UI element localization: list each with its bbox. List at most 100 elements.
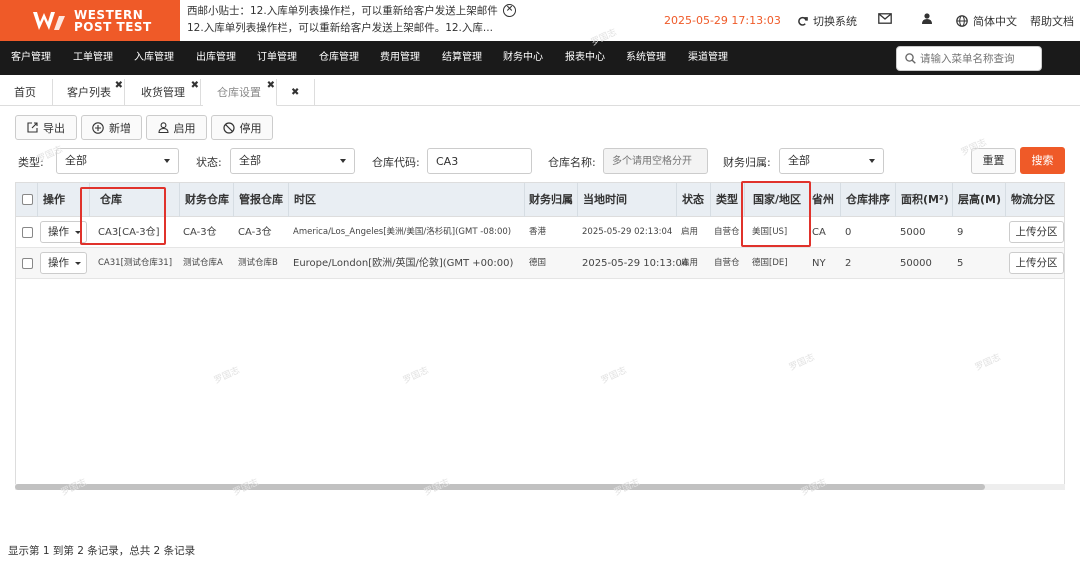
tab-close-icon[interactable]: ✖ [115,72,123,99]
cell-warehouse: CA31[测试仓库31] [98,258,173,268]
switch-system-button[interactable]: 切换系统 [797,13,857,29]
nav-item-channel[interactable]: 渠道管理 [688,41,728,75]
cell-type: 自营仓 [714,258,740,268]
page-tabs: 首页 客户列表 ✖ 收货管理 ✖ 仓库设置 ✖ ✖ [0,79,1080,106]
nav-item-inbound[interactable]: 入库管理 [134,41,174,75]
cell-status: 启用 [681,227,699,237]
col-header-op: 操作 [43,193,65,206]
chevron-down-icon [164,159,170,163]
upload-zone-button[interactable]: 上传分区 [1009,252,1064,274]
row-op-dropdown[interactable]: 操作 [40,252,87,274]
col-header-height[interactable]: 层高(M) [958,183,1001,217]
nav-item-ticket[interactable]: 工单管理 [73,41,113,75]
cell-sort: 2 [845,258,852,269]
tab-warehouse-settings-label: 仓库设置 [217,86,261,99]
tip-close-icon[interactable]: × [503,4,516,17]
reset-button[interactable]: 重置 [971,148,1016,174]
brand-logo[interactable]: WESTERN POST TEST [0,0,180,41]
pagination-summary: 显示第 1 到第 2 条记录，总共 2 条记录 [8,545,196,557]
enable-button[interactable]: 启用 [146,115,207,140]
nav-item-system[interactable]: 系统管理 [626,41,666,75]
finance-owner-select[interactable]: 全部 [779,148,884,174]
cell-finance-owner: 德国 [529,258,547,268]
brand-line2: POST TEST [74,19,152,34]
menu-search-input[interactable] [920,52,1040,65]
tab-close-icon[interactable]: ✖ [191,72,199,99]
select-all-checkbox[interactable] [22,194,33,205]
nav-item-finance[interactable]: 财务中心 [503,41,543,75]
col-header-province[interactable]: 省州 [812,183,834,217]
mail-button[interactable] [878,13,892,24]
warehouse-name-input[interactable] [603,148,708,174]
col-header-finance-wh[interactable]: 财务仓库 [185,183,229,217]
brand-name: WESTERN POST TEST [74,9,152,33]
tab-customer-list[interactable]: 客户列表 ✖ [53,79,125,106]
nav-item-reports[interactable]: 报表中心 [565,41,605,75]
col-header-local-time[interactable]: 当地时间 [583,183,627,217]
export-button[interactable]: 导出 [15,115,77,140]
chevron-down-icon [340,159,346,163]
col-header-sort[interactable]: 仓库排序 [846,183,890,217]
tab-receiving[interactable]: 收货管理 ✖ [127,79,201,106]
language-button[interactable]: 简体中文 [956,13,1017,29]
row-op-label: 操作 [48,257,69,269]
tip-line2: 12.入库单列表操作栏，可以重新给客户发送上架邮件。12.入库... [187,22,493,34]
warehouse-code-label: 仓库代码: [372,156,420,169]
warehouse-code-input[interactable] [427,148,532,174]
tab-home[interactable]: 首页 [0,79,53,106]
cell-area: 50000 [900,258,932,269]
cell-country: 美国[US] [752,227,788,237]
finance-owner-value: 全部 [788,154,810,167]
col-header-timezone[interactable]: 时区 [294,183,316,217]
close-all-tabs-icon[interactable]: ✖ [277,79,315,106]
user-button[interactable] [922,13,932,24]
chevron-down-icon [75,262,81,265]
table-hscrollbar[interactable] [15,484,1065,490]
col-header-report-wh[interactable]: 管报仓库 [239,183,283,217]
tab-close-icon[interactable]: ✖ [267,72,275,99]
menu-search [896,46,1042,71]
table-row[interactable]: 操作 CA31[测试仓库31] 测试仓库A 测试仓库B Europe/Londo… [16,248,1064,279]
nav-item-customer[interactable]: 客户管理 [11,41,51,75]
nav-item-fees[interactable]: 费用管理 [380,41,420,75]
col-header-logistics-zone[interactable]: 物流分区 [1011,183,1055,217]
tab-warehouse-settings[interactable]: 仓库设置 ✖ [203,79,277,106]
nav-item-order[interactable]: 订单管理 [257,41,297,75]
nav-item-settlement[interactable]: 结算管理 [442,41,482,75]
row-checkbox[interactable] [22,227,33,238]
cell-area: 5000 [900,227,926,238]
disable-label: 停用 [239,121,262,135]
table-row[interactable]: 操作 CA3[CA-3仓] CA-3仓 CA-3仓 America/Los_An… [16,217,1064,248]
export-icon [27,122,38,133]
chevron-down-icon [869,159,875,163]
cell-province: CA [812,227,826,238]
disable-button[interactable]: 停用 [211,115,273,140]
row-checkbox[interactable] [22,258,33,269]
enable-label: 启用 [173,121,196,135]
cell-province: NY [812,258,826,269]
col-header-finance-owner[interactable]: 财务归属 [529,183,573,217]
cell-height: 5 [957,258,964,269]
add-button[interactable]: 新增 [81,115,142,140]
col-header-status[interactable]: 状态 [682,183,704,217]
add-label: 新增 [109,121,131,135]
cell-timezone: America/Los_Angeles[美洲/美国/洛杉矶](GMT -08:0… [293,227,512,237]
cell-local-time: 2025-05-29 02:13:04 [582,227,673,237]
hscrollbar-thumb[interactable] [15,484,985,490]
status-select[interactable]: 全部 [230,148,355,174]
nav-item-warehouse[interactable]: 仓库管理 [319,41,359,75]
cell-warehouse: CA3[CA-3仓] [98,227,160,238]
col-header-country[interactable]: 国家/地区 [753,183,801,217]
help-doc-link[interactable]: 帮助文档 [1030,13,1074,29]
cell-country: 德国[DE] [752,258,788,268]
col-header-warehouse[interactable]: 仓库 [100,183,122,217]
search-button[interactable]: 搜索 [1020,147,1065,174]
col-header-area[interactable]: 面积(M²) [901,183,949,217]
type-select[interactable]: 全部 [56,148,179,174]
row-op-dropdown[interactable]: 操作 [40,221,87,243]
upload-zone-button[interactable]: 上传分区 [1009,221,1064,243]
nav-item-outbound[interactable]: 出库管理 [196,41,236,75]
col-header-type[interactable]: 类型 [716,183,738,217]
user-enable-icon [157,122,169,133]
cell-timezone: Europe/London[欧洲/英国/伦敦](GMT +00:00) [293,258,514,269]
